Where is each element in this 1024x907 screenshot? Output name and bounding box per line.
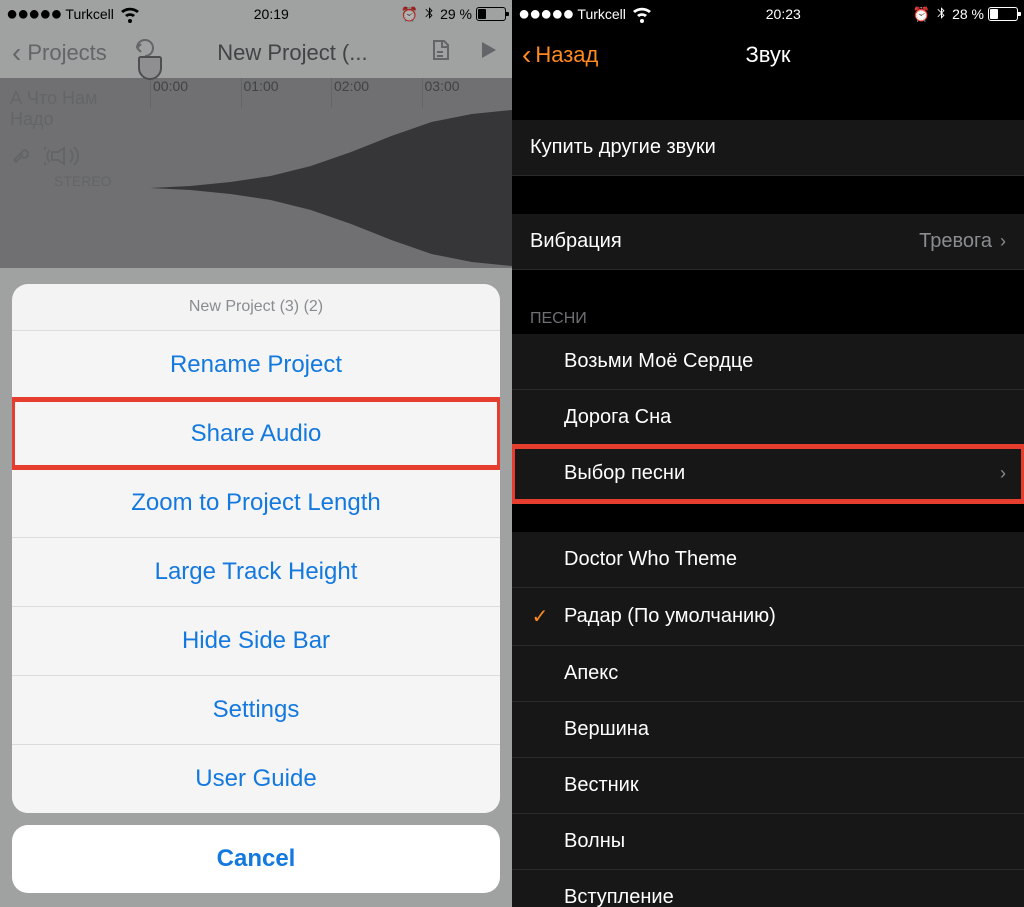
status-bar: ●●●●● Turkcell 20:23 ⏰ 28 % bbox=[512, 0, 1024, 28]
tone-label: Вестник bbox=[564, 774, 639, 797]
tone-row[interactable]: Doctor Who Theme bbox=[512, 532, 1024, 588]
row-label: Вибрация bbox=[530, 230, 622, 253]
battery-icon bbox=[476, 7, 506, 21]
timeline[interactable]: 00:00 01:00 02:00 03:00 bbox=[150, 78, 512, 268]
tone-label: Doctor Who Theme bbox=[564, 548, 737, 571]
check-icon: ✓ bbox=[530, 604, 550, 629]
back-chevron-icon: ‹ bbox=[522, 45, 531, 65]
tone-row-default[interactable]: ✓ Радар (По умолчанию) bbox=[512, 588, 1024, 646]
signal-dots-icon: ●●●●● bbox=[6, 9, 61, 19]
navbar: ‹ Projects New Project (... bbox=[0, 28, 512, 78]
waveform-icon bbox=[150, 108, 512, 268]
bluetooth-icon bbox=[422, 6, 436, 23]
back-label[interactable]: Projects bbox=[27, 40, 106, 66]
status-bar: ●●●●● Turkcell 20:19 ⏰ 29 % bbox=[0, 0, 512, 28]
battery-icon bbox=[988, 7, 1018, 21]
tone-label: Апекс bbox=[564, 662, 618, 685]
tone-label: Радар (По умолчанию) bbox=[564, 605, 776, 628]
song-row-pick-song[interactable]: Выбор песни › bbox=[512, 446, 1024, 502]
wifi-icon bbox=[630, 1, 654, 28]
project-settings-icon[interactable] bbox=[428, 38, 452, 68]
tone-label: Вершина bbox=[564, 718, 649, 741]
songs-header: Песни bbox=[512, 300, 1024, 334]
sheet-item-share-audio[interactable]: Share Audio bbox=[12, 399, 500, 468]
sheet-item-zoom[interactable]: Zoom to Project Length bbox=[12, 468, 500, 537]
action-sheet-group: New Project (3) (2) Rename Project Share… bbox=[12, 284, 500, 813]
sound-settings: Купить другие звуки Вибрация Тревога › П… bbox=[512, 82, 1024, 907]
song-row[interactable]: Дорога Сна bbox=[512, 390, 1024, 446]
tone-row[interactable]: Вступление bbox=[512, 870, 1024, 907]
clock-label: 20:19 bbox=[254, 6, 289, 22]
tone-row[interactable]: Вершина bbox=[512, 702, 1024, 758]
time-marker: 00:00 bbox=[150, 78, 241, 108]
wrench-icon[interactable] bbox=[10, 144, 34, 173]
time-marker: 02:00 bbox=[331, 78, 422, 108]
time-marker: 03:00 bbox=[422, 78, 513, 108]
clock-label: 20:23 bbox=[766, 6, 801, 22]
carrier-label: Turkcell bbox=[577, 6, 626, 22]
play-icon[interactable] bbox=[476, 38, 500, 68]
song-label: Выбор песни bbox=[564, 462, 685, 485]
back-button[interactable]: ‹ Назад bbox=[522, 42, 598, 68]
row-value: Тревога bbox=[919, 230, 992, 253]
right-screenshot: ●●●●● Turkcell 20:23 ⏰ 28 % ‹ Назад Звук… bbox=[512, 0, 1024, 907]
song-label: Дорога Сна bbox=[564, 406, 671, 429]
row-buy-sounds[interactable]: Купить другие звуки bbox=[512, 120, 1024, 176]
time-marker: 01:00 bbox=[241, 78, 332, 108]
waveform-area: А Что Нам Надо STEREO 00:00 01:00 02:00 … bbox=[0, 78, 512, 268]
tone-label: Волны bbox=[564, 830, 625, 853]
sheet-title: New Project (3) (2) bbox=[12, 284, 500, 330]
alarm-icon: ⏰ bbox=[913, 6, 930, 23]
chevron-right-icon: › bbox=[1000, 231, 1006, 252]
row-vibration[interactable]: Вибрация Тревога › bbox=[512, 214, 1024, 270]
song-label: Возьми Моё Сердце bbox=[564, 350, 753, 373]
project-title: New Project (... bbox=[217, 40, 367, 66]
tone-label: Вступление bbox=[564, 886, 674, 907]
alarm-icon: ⏰ bbox=[401, 6, 418, 23]
action-sheet: New Project (3) (2) Rename Project Share… bbox=[12, 284, 500, 893]
sheet-item-rename[interactable]: Rename Project bbox=[12, 330, 500, 399]
carrier-label: Turkcell bbox=[65, 6, 114, 22]
row-label: Купить другие звуки bbox=[530, 136, 716, 159]
sheet-item-track-height[interactable]: Large Track Height bbox=[12, 537, 500, 606]
battery-label: 28 % bbox=[952, 6, 984, 22]
speaker-icon[interactable] bbox=[44, 144, 84, 173]
back-chevron-icon[interactable]: ‹ bbox=[12, 43, 21, 63]
back-label: Назад bbox=[535, 42, 598, 68]
song-row[interactable]: Возьми Моё Сердце bbox=[512, 334, 1024, 390]
tone-row[interactable]: Волны bbox=[512, 814, 1024, 870]
sheet-item-hide-sidebar[interactable]: Hide Side Bar bbox=[12, 606, 500, 675]
bluetooth-icon bbox=[934, 6, 948, 23]
playhead-icon[interactable] bbox=[138, 56, 162, 80]
page-title: Звук bbox=[745, 42, 790, 68]
navbar: ‹ Назад Звук bbox=[512, 28, 1024, 82]
track-sidebar: А Что Нам Надо STEREO bbox=[0, 78, 150, 268]
wifi-icon bbox=[118, 1, 142, 28]
track-name: А Что Нам Надо bbox=[10, 88, 140, 130]
sheet-item-user-guide[interactable]: User Guide bbox=[12, 744, 500, 813]
tone-row[interactable]: Апекс bbox=[512, 646, 1024, 702]
sheet-item-settings[interactable]: Settings bbox=[12, 675, 500, 744]
time-markers: 00:00 01:00 02:00 03:00 bbox=[150, 78, 512, 108]
stereo-label: STEREO bbox=[54, 173, 140, 189]
signal-dots-icon: ●●●●● bbox=[518, 9, 573, 19]
tone-row[interactable]: Вестник bbox=[512, 758, 1024, 814]
chevron-right-icon: › bbox=[1000, 463, 1006, 484]
cancel-button[interactable]: Cancel bbox=[12, 825, 500, 893]
battery-label: 29 % bbox=[440, 6, 472, 22]
left-screenshot: ●●●●● Turkcell 20:19 ⏰ 29 % ‹ Projects N… bbox=[0, 0, 512, 907]
